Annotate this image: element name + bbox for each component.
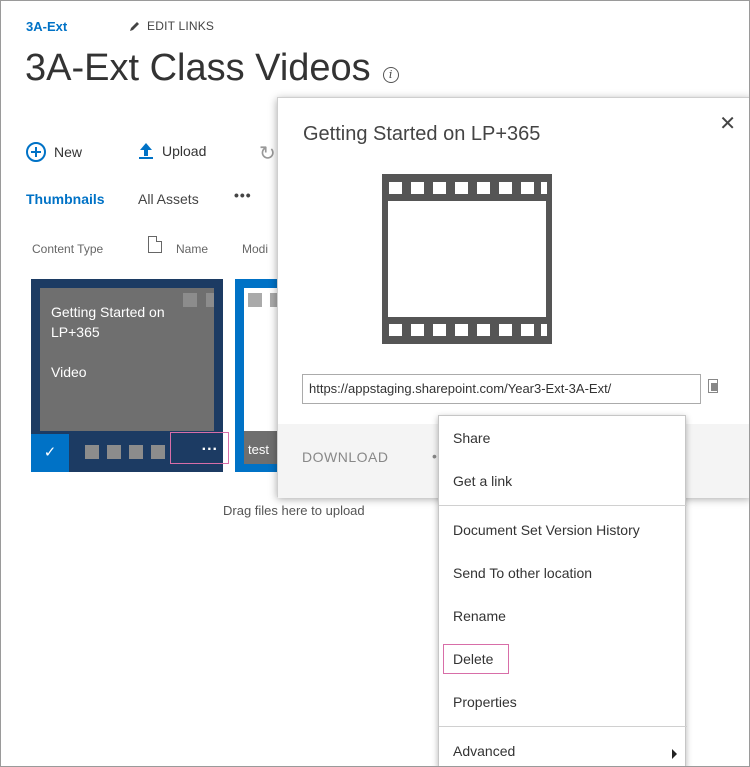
film-hole — [433, 324, 446, 336]
film-hole — [206, 293, 214, 307]
menu-item-advanced[interactable]: Advanced — [453, 743, 515, 759]
page-frame: 3A-Ext EDIT LINKS 3A-Ext Class Videos i … — [0, 0, 750, 767]
film-icon — [382, 174, 552, 344]
film-hole — [183, 293, 197, 307]
menu-item-delete[interactable]: Delete — [453, 651, 493, 667]
upload-arrow-icon — [139, 143, 153, 159]
page-title: 3A-Ext Class Videos i — [25, 47, 399, 90]
film-hole — [248, 293, 262, 307]
callout-title: Getting Started on LP+365 — [303, 123, 541, 145]
column-name[interactable]: Name — [176, 242, 208, 256]
menu-item-send-to[interactable]: Send To other location — [453, 565, 592, 581]
download-button[interactable]: DOWNLOAD — [302, 449, 388, 465]
film-hole — [85, 445, 99, 459]
site-link[interactable]: 3A-Ext — [26, 19, 67, 34]
film-hole — [433, 182, 446, 194]
copy-icon[interactable] — [708, 379, 718, 393]
film-hole — [129, 445, 143, 459]
film-hole — [455, 182, 468, 194]
tile-preview: Getting Started on LP+365 Video — [40, 288, 214, 431]
plus-circle-icon — [26, 142, 46, 162]
film-hole — [477, 182, 490, 194]
film-hole — [389, 324, 402, 336]
footer-more-dot[interactable]: • — [432, 448, 437, 464]
menu-separator — [439, 505, 687, 506]
film-hole — [477, 324, 490, 336]
film-hole — [411, 182, 424, 194]
close-icon[interactable]: ✕ — [719, 111, 736, 136]
film-hole — [541, 324, 547, 336]
edit-links-button[interactable]: EDIT LINKS — [129, 19, 214, 33]
sync-icon[interactable]: ↻ — [259, 141, 276, 166]
film-hole — [499, 182, 512, 194]
upload-button[interactable]: Upload — [138, 142, 206, 160]
view-more-button[interactable]: ••• — [234, 187, 252, 203]
url-field[interactable]: https://appstaging.sharepoint.com/Year3-… — [302, 374, 701, 404]
page-title-text: 3A-Ext Class Videos — [25, 47, 371, 89]
view-all-assets-tab[interactable]: All Assets — [138, 191, 199, 207]
menu-item-get-link[interactable]: Get a link — [453, 473, 512, 489]
film-hole — [455, 324, 468, 336]
film-hole — [411, 324, 424, 336]
film-hole — [521, 324, 534, 336]
column-modified[interactable]: Modi — [242, 242, 268, 256]
new-label: New — [54, 144, 83, 160]
film-frame — [388, 201, 546, 317]
film-hole — [107, 445, 121, 459]
tile-more-button[interactable]: ... — [170, 432, 229, 464]
tile-title-text: Getting Started on LP+365 — [51, 304, 165, 340]
new-button[interactable]: New — [26, 142, 82, 162]
tile-film-strip — [69, 440, 169, 464]
film-hole — [151, 445, 165, 459]
tile-type: Video — [51, 364, 87, 380]
film-hole — [521, 182, 534, 194]
drag-upload-hint: Drag files here to upload — [223, 503, 365, 518]
upload-label: Upload — [162, 143, 207, 159]
context-menu: Share Get a link Document Set Version Hi… — [438, 415, 687, 766]
pencil-icon — [130, 22, 139, 31]
info-icon[interactable]: i — [382, 66, 399, 83]
menu-item-rename[interactable]: Rename — [453, 608, 506, 624]
submenu-arrow-icon — [672, 749, 677, 759]
film-hole — [389, 182, 402, 194]
view-thumbnails-tab[interactable]: Thumbnails — [26, 191, 105, 207]
menu-item-version-history[interactable]: Document Set Version History — [453, 522, 640, 538]
tile-title: Getting Started on LP+365 Video — [51, 302, 181, 382]
film-hole — [499, 324, 512, 336]
menu-item-properties[interactable]: Properties — [453, 694, 517, 710]
column-content-type[interactable]: Content Type — [32, 242, 103, 256]
film-hole — [541, 182, 547, 194]
video-tile[interactable]: Getting Started on LP+365 Video ✓ ... — [31, 279, 229, 472]
menu-separator — [439, 726, 687, 727]
checkmark-icon[interactable]: ✓ — [31, 434, 69, 472]
document-icon — [148, 236, 162, 253]
menu-item-share[interactable]: Share — [453, 430, 490, 446]
edit-links-label: EDIT LINKS — [147, 19, 215, 33]
tile-2-label: test — [248, 442, 269, 457]
